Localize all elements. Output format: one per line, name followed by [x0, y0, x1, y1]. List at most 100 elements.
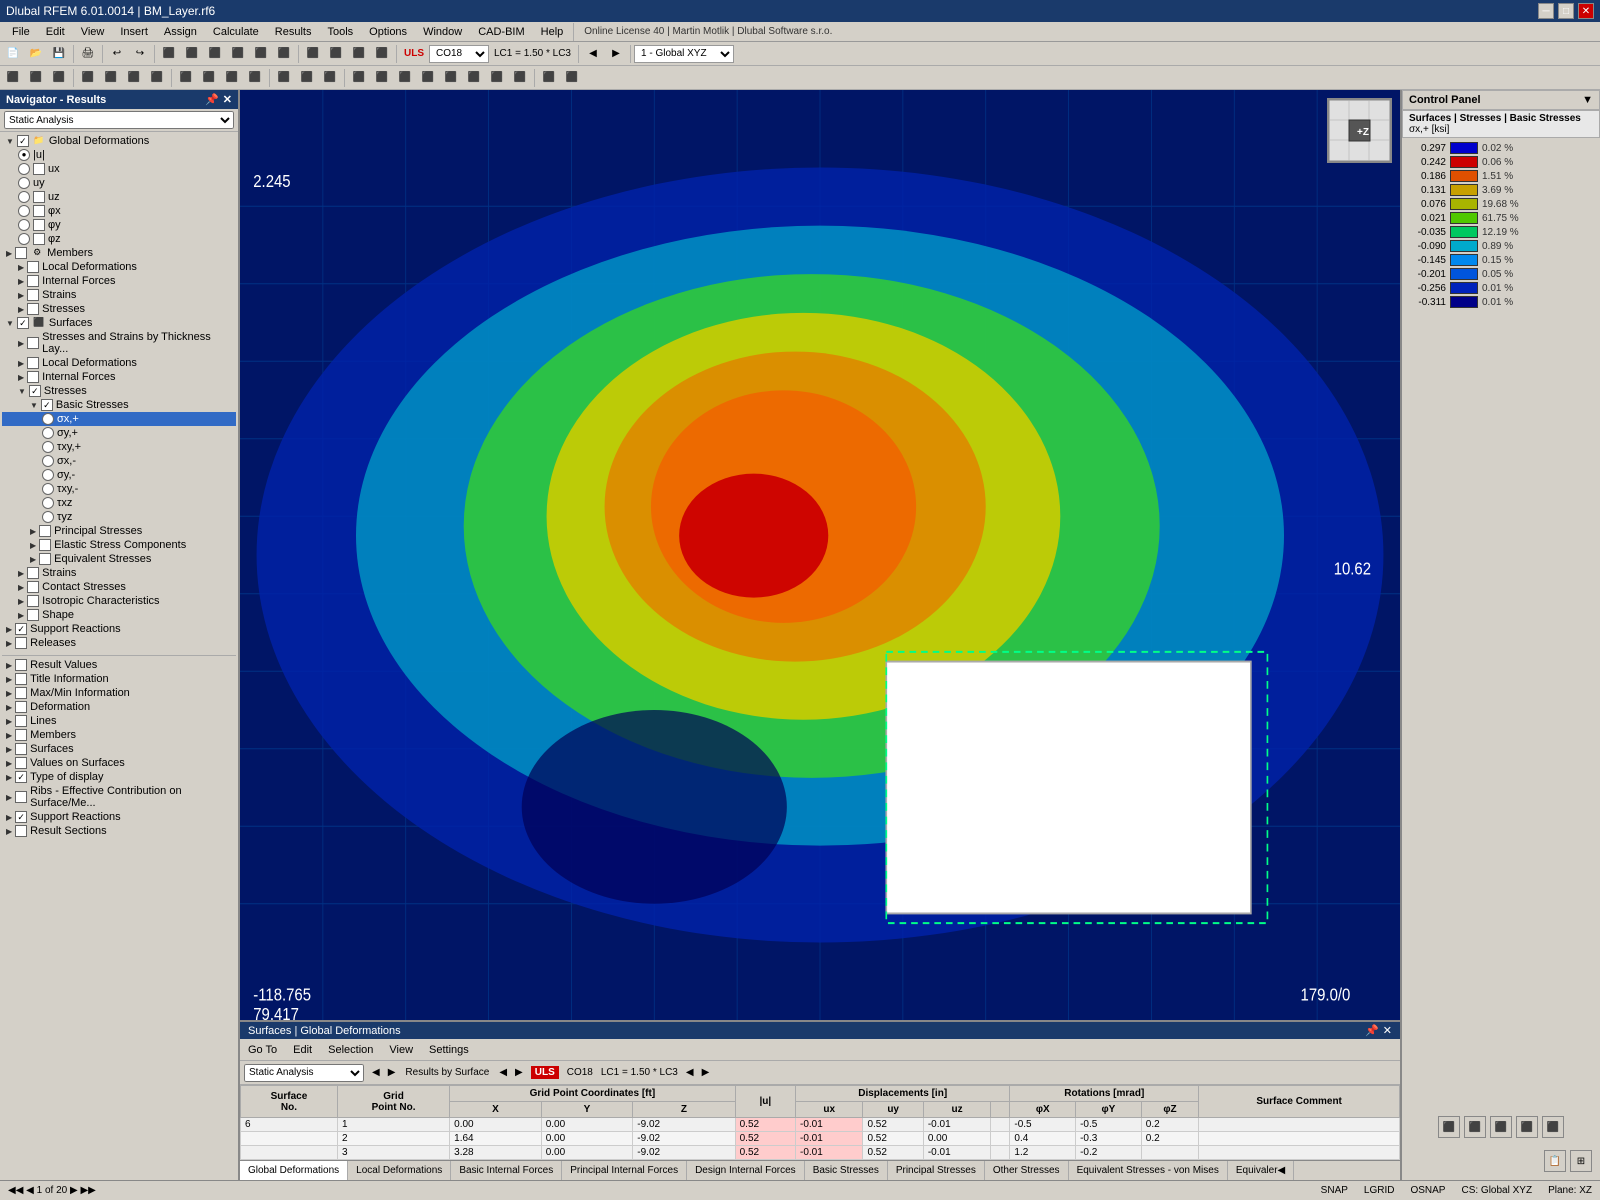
nav-lines[interactable]: ▶ Lines	[2, 714, 236, 728]
nav-shape[interactable]: ▶ Shape	[2, 608, 236, 622]
new-btn[interactable]: 📄	[2, 44, 24, 64]
legend-grid-btn[interactable]: ⊞	[1570, 1150, 1592, 1172]
menu-help[interactable]: Help	[533, 24, 572, 40]
nav-tau-yz[interactable]: τyz	[2, 510, 236, 524]
bottom-results-next[interactable]: ▶	[515, 1067, 523, 1078]
nav-ribs-checkbox[interactable]	[15, 791, 27, 803]
menu-view[interactable]: View	[73, 24, 113, 40]
print-btn[interactable]: 🖨	[77, 44, 99, 64]
legend-btn-1[interactable]: ⬛	[1438, 1116, 1460, 1138]
nav-values-checkbox[interactable]	[15, 757, 27, 769]
nav-sigma-y-minus-radio[interactable]	[42, 469, 54, 481]
bottom-results-prev[interactable]: ◀	[499, 1067, 507, 1078]
menu-edit[interactable]: Edit	[38, 24, 73, 40]
nav-ux-radio[interactable]	[18, 163, 30, 175]
toolbar-btn1[interactable]: ⬛	[158, 44, 180, 64]
bottom-selection[interactable]: Selection	[324, 1043, 377, 1057]
nav-releases[interactable]: ▶ Releases	[2, 636, 236, 650]
nav-basic-stresses-checkbox[interactable]	[41, 399, 53, 411]
nav-surf-local-def[interactable]: ▶ Local Deformations	[2, 356, 236, 370]
nav-basic-stresses[interactable]: ▼ Basic Stresses	[2, 398, 236, 412]
menu-tools[interactable]: Tools	[319, 24, 361, 40]
nav-lines-checkbox[interactable]	[15, 715, 27, 727]
nav-members-2-checkbox[interactable]	[15, 729, 27, 741]
tab-principal-internal-forces[interactable]: Principal Internal Forces	[562, 1161, 687, 1180]
nav-tau-yz-radio[interactable]	[42, 511, 54, 523]
nav-uz-checkbox[interactable]	[33, 191, 45, 203]
nav-members-2[interactable]: ▶ Members	[2, 728, 236, 742]
nav-equivalent-stresses[interactable]: ▶ Equivalent Stresses	[2, 552, 236, 566]
nav-sigma-y-plus[interactable]: σy,+	[2, 426, 236, 440]
nav-principal-stresses-checkbox[interactable]	[39, 525, 51, 537]
nav-maxmin-info-checkbox[interactable]	[15, 687, 27, 699]
tb2-btn21[interactable]: ⬛	[486, 68, 508, 88]
menu-insert[interactable]: Insert	[112, 24, 156, 40]
tab-principal-stresses[interactable]: Principal Stresses	[888, 1161, 985, 1180]
tb2-btn10[interactable]: ⬛	[221, 68, 243, 88]
tab-equivaler[interactable]: Equivaler◀	[1228, 1161, 1294, 1180]
nav-phiz-checkbox[interactable]	[33, 233, 45, 245]
tab-basic-internal-forces[interactable]: Basic Internal Forces	[451, 1161, 562, 1180]
bottom-page-prev[interactable]: ◀	[686, 1067, 694, 1078]
legend-btn-2[interactable]: ⬛	[1464, 1116, 1486, 1138]
toolbar-btn8[interactable]: ⬛	[325, 44, 347, 64]
nav-ux[interactable]: ux	[2, 162, 236, 176]
tb2-btn24[interactable]: ⬛	[561, 68, 583, 88]
maximize-button[interactable]: □	[1558, 3, 1574, 19]
nav-shape-checkbox[interactable]	[27, 609, 39, 621]
tab-local-deformations[interactable]: Local Deformations	[348, 1161, 451, 1180]
nav-sigma-x-minus[interactable]: σx,-	[2, 454, 236, 468]
menu-window[interactable]: Window	[415, 24, 470, 40]
nav-sigma-y-plus-radio[interactable]	[42, 427, 54, 439]
nav-surfaces-2[interactable]: ▶ Surfaces	[2, 742, 236, 756]
nav-phiz[interactable]: φz	[2, 232, 236, 246]
nav-values-on-surfaces[interactable]: ▶ Values on Surfaces	[2, 756, 236, 770]
bottom-pin-icon[interactable]: 📌	[1365, 1024, 1379, 1037]
menu-calculate[interactable]: Calculate	[205, 24, 267, 40]
nav-title-info[interactable]: ▶ Title Information	[2, 672, 236, 686]
bottom-goto[interactable]: Go To	[244, 1043, 281, 1057]
bottom-settings[interactable]: Settings	[425, 1043, 473, 1057]
nav-members[interactable]: ▶ ⚙ Members	[2, 246, 236, 260]
tab-global-deformations[interactable]: Global Deformations	[240, 1161, 348, 1180]
nav-principal-stresses[interactable]: ▶ Principal Stresses	[2, 524, 236, 538]
nav-result-sections-checkbox[interactable]	[15, 825, 27, 837]
tb2-btn5[interactable]: ⬛	[100, 68, 122, 88]
table-row[interactable]: 2 1.64 0.00 -9.02 0.52 -0.01 0.52 0.00 0…	[241, 1132, 1400, 1146]
nav-uy-radio[interactable]	[18, 177, 30, 189]
tb2-btn3[interactable]: ⬛	[48, 68, 70, 88]
toolbar-btn9[interactable]: ⬛	[348, 44, 370, 64]
nav-sigma-y-minus[interactable]: σy,-	[2, 468, 236, 482]
redo-btn[interactable]: ↪	[129, 44, 151, 64]
nav-surfaces-checkbox[interactable]	[17, 317, 29, 329]
bottom-prev-btn[interactable]: ◀	[372, 1067, 380, 1078]
tb2-btn9[interactable]: ⬛	[198, 68, 220, 88]
tb2-btn16[interactable]: ⬛	[371, 68, 393, 88]
nav-u-abs-radio[interactable]	[18, 149, 30, 161]
tb2-btn13[interactable]: ⬛	[296, 68, 318, 88]
tb2-btn4[interactable]: ⬛	[77, 68, 99, 88]
nav-releases-checkbox[interactable]	[15, 637, 27, 649]
nav-uy[interactable]: uy	[2, 176, 236, 190]
nav-local-deformations[interactable]: ▶ Local Deformations	[2, 260, 236, 274]
nav-surf-strains-checkbox[interactable]	[27, 567, 39, 579]
nav-surf-stresses-checkbox[interactable]	[29, 385, 41, 397]
nav-surf-stresses[interactable]: ▼ Stresses	[2, 384, 236, 398]
nav-contact-stresses-checkbox[interactable]	[27, 581, 39, 593]
nav-phiz-radio[interactable]	[18, 233, 30, 245]
nav-type-display-checkbox[interactable]	[15, 771, 27, 783]
nav-tau-xz-radio[interactable]	[42, 497, 54, 509]
tb2-btn17[interactable]: ⬛	[394, 68, 416, 88]
nav-internal-forces[interactable]: ▶ Internal Forces	[2, 274, 236, 288]
tab-equiv-stresses-mises[interactable]: Equivalent Stresses - von Mises	[1069, 1161, 1228, 1180]
nav-phix-radio[interactable]	[18, 205, 30, 217]
minimize-button[interactable]: ─	[1538, 3, 1554, 19]
nav-elastic-stress-checkbox[interactable]	[39, 539, 51, 551]
nav-title-info-checkbox[interactable]	[15, 673, 27, 685]
nav-stress-strains-thickness[interactable]: ▶ Stresses and Strains by Thickness Lay.…	[2, 330, 236, 356]
tb2-btn18[interactable]: ⬛	[417, 68, 439, 88]
nav-sigma-x-plus-radio[interactable]	[42, 413, 54, 425]
table-row[interactable]: 6 1 0.00 0.00 -9.02 0.52 -0.01 0.52 -0.0…	[241, 1118, 1400, 1132]
nav-ux-checkbox[interactable]	[33, 163, 45, 175]
nav-global-deformations-checkbox[interactable]	[17, 135, 29, 147]
